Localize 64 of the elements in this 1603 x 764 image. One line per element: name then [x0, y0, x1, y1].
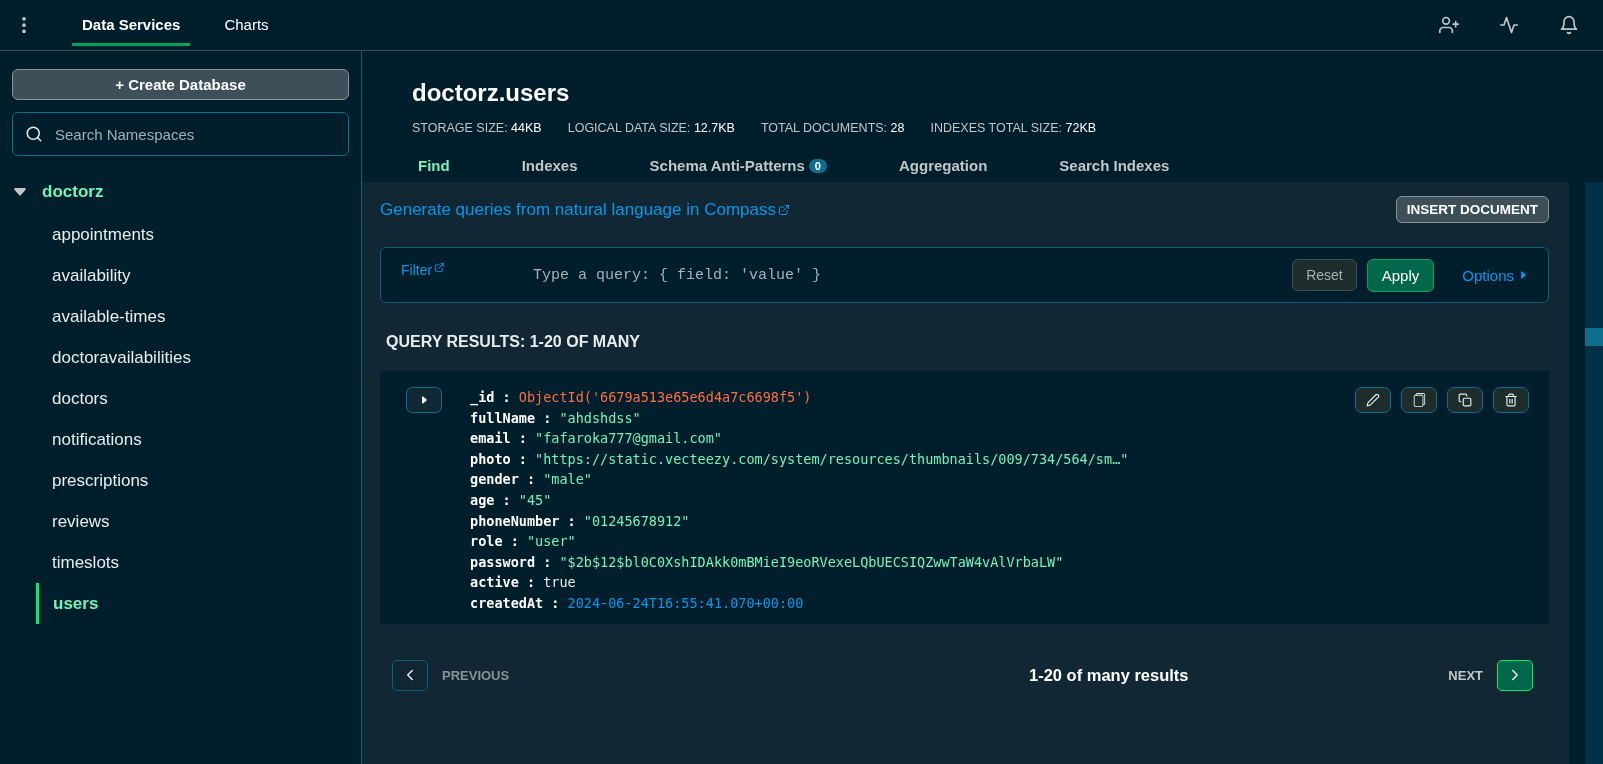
insert-document-button[interactable]: INSERT DOCUMENT	[1395, 196, 1549, 223]
pencil-icon	[1366, 393, 1380, 407]
document-field: phoneNumber : "01245678912"	[470, 510, 1129, 532]
external-link-icon	[777, 203, 790, 216]
database-name[interactable]: doctorz	[42, 182, 104, 202]
document-field: active : true	[470, 572, 1129, 593]
apply-button[interactable]: Apply	[1366, 258, 1435, 292]
collection-title: doctorz.users	[412, 79, 571, 107]
collection-item[interactable]: notifications	[12, 419, 349, 460]
collection-item[interactable]: doctoravailabilities	[12, 337, 349, 378]
next-label[interactable]: NEXT	[1448, 667, 1483, 683]
collection-item[interactable]: doctors	[12, 378, 349, 419]
collection-item[interactable]: appointments	[12, 214, 349, 255]
previous-label[interactable]: PREVIOUS	[442, 667, 510, 683]
count-badge: 0	[808, 158, 827, 173]
collection-item[interactable]: reviews	[12, 501, 349, 542]
document-field: fullName : "ahdshdss"	[470, 407, 1129, 429]
expand-button[interactable]	[406, 387, 442, 413]
filter-link[interactable]: Filter	[401, 262, 521, 278]
stat-text: TOTAL DOCUMENTS: 28	[760, 121, 905, 135]
options-button[interactable]: Options	[1456, 265, 1534, 285]
caret-icon	[419, 395, 429, 405]
collection-tab[interactable]: Aggregation	[885, 149, 1010, 182]
query-field[interactable]: Type a query: { field: 'value' }	[531, 265, 1283, 285]
create-database-button[interactable]: + Create Database	[12, 69, 349, 100]
document-field: email : "fafaroka777@gmail.com"	[470, 428, 1129, 449]
document-field: photo : "https://static.vecteezy.com/system/resources/thumbnails/009/734/564/sm…"	[470, 448, 1129, 470]
caret-icon	[1518, 270, 1528, 280]
results-summary: 1-20 of many results	[1027, 665, 1190, 685]
collection-tab[interactable]: Schema Anti-Patterns 0	[635, 149, 849, 182]
document-field: gender : "male"	[470, 469, 1129, 490]
search-field[interactable]: Search Namespaces	[12, 112, 349, 156]
edit-button[interactable]	[1355, 387, 1391, 413]
collection-tab[interactable]: Find	[404, 149, 472, 182]
document-field: _id : ObjectId('6679a513e65e6d4a7c6698f5')	[470, 387, 1129, 408]
collection-item[interactable]: users	[36, 583, 349, 624]
collection-item[interactable]: available-times	[12, 296, 349, 337]
clone-button[interactable]	[1447, 387, 1483, 413]
stat-text: INDEXES TOTAL SIZE: 72KB	[930, 121, 1097, 135]
trash-icon	[1504, 393, 1518, 407]
document-field: createdAt : 2024-06-24T16:55:41.070+00:00	[470, 592, 1129, 614]
collection-item[interactable]: timeslots	[12, 542, 349, 583]
scrollbar[interactable]	[1585, 182, 1603, 764]
collection-tab[interactable]: Search Indexes	[1045, 149, 1192, 182]
nav-tab[interactable]: Data Services	[72, 4, 191, 46]
collection-item[interactable]: prescriptions	[12, 460, 349, 501]
search-icon	[25, 125, 43, 143]
document-field: password : "$2b$12$bl0C0XshIDAkk0mBMieI9eoRVexeLQbUECSIQZwwTaW4vAlVrbaLW"	[470, 551, 1129, 573]
reset-button[interactable]: Reset	[1292, 259, 1357, 291]
collection-item[interactable]: availability	[12, 255, 349, 296]
copy-button[interactable]	[1401, 387, 1437, 413]
results-title: QUERY RESULTS: 1-20 OF MANY	[386, 333, 641, 351]
document-field: age : "45"	[470, 489, 1129, 511]
stat-text: STORAGE SIZE: 44KB	[412, 121, 542, 135]
files-icon	[1412, 393, 1426, 407]
stat-text: LOGICAL DATA SIZE: 12.7KB	[567, 121, 735, 135]
next-button[interactable]	[1497, 659, 1533, 691]
nav-tab[interactable]: Charts	[214, 4, 279, 46]
compass-link[interactable]: Generate queries from natural language in Compass	[380, 199, 790, 220]
document-field: role : "user"	[470, 531, 1129, 552]
delete-button[interactable]	[1493, 387, 1529, 413]
external-link-icon	[434, 262, 446, 273]
collection-tab[interactable]: Indexes	[507, 149, 600, 182]
copy-icon	[1458, 393, 1472, 407]
